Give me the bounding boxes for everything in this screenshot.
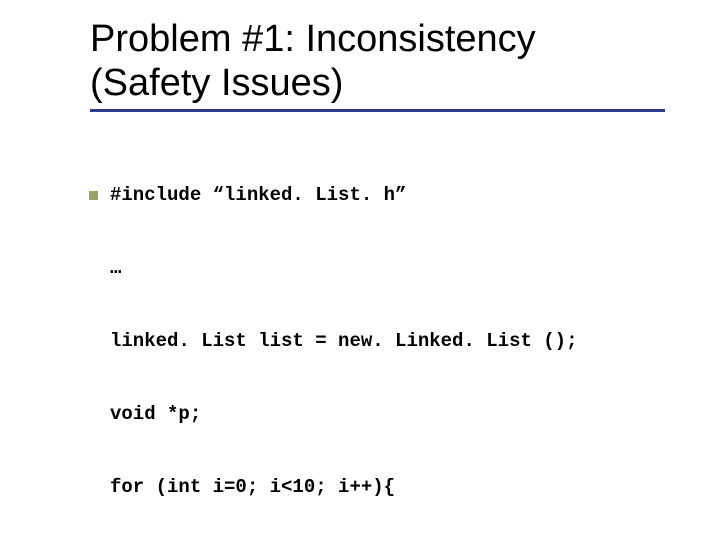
slide-title: Problem #1: Inconsistency (Safety Issues… <box>90 18 670 105</box>
title-line-2: (Safety Issues) <box>90 62 343 104</box>
code-first-row: #include “linked. List. h” <box>110 183 670 207</box>
bullet-icon <box>89 191 98 200</box>
title-line-1: Problem #1: Inconsistency <box>90 18 536 60</box>
code-line: #include “linked. List. h” <box>110 183 406 207</box>
code-line: for (int i=0; i<10; i++){ <box>110 475 670 499</box>
slide: Problem #1: Inconsistency (Safety Issues… <box>0 0 720 540</box>
code-block-1: #include “linked. List. h” … linked. Lis… <box>110 134 670 540</box>
code-line: … <box>110 256 670 280</box>
code-line: linked. List list = new. Linked. List ()… <box>110 329 670 353</box>
title-underline <box>90 109 665 112</box>
code-line: void *p; <box>110 402 670 426</box>
